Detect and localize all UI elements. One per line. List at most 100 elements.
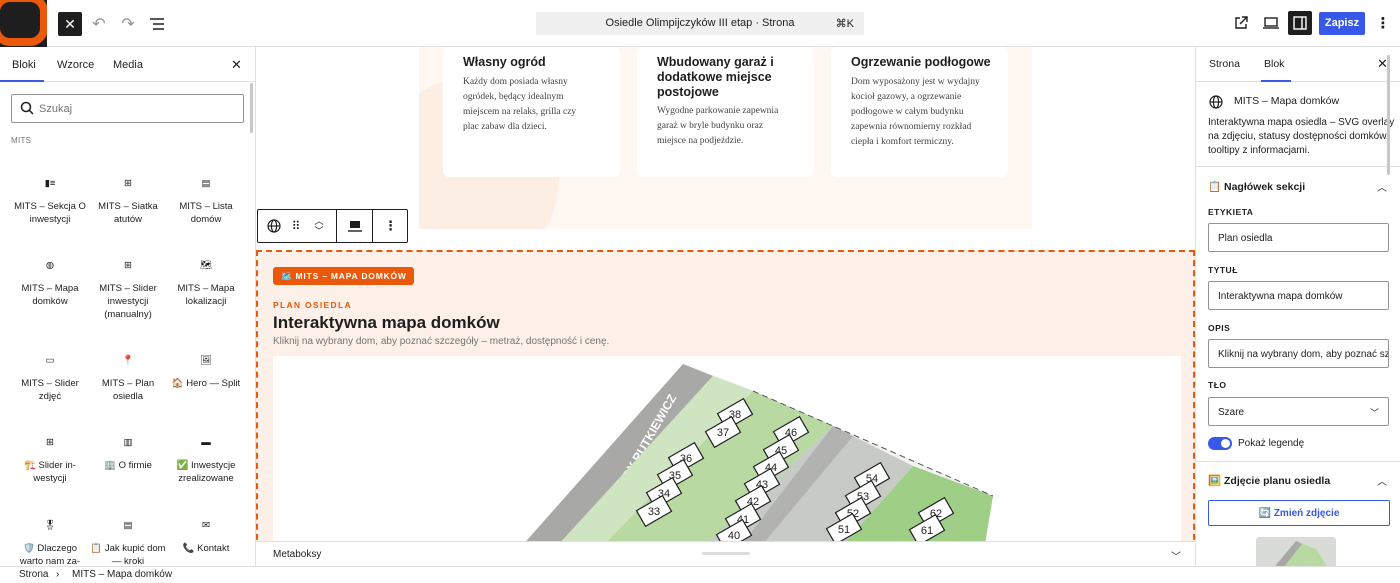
scrollbar[interactable]: [1387, 55, 1390, 175]
chevron-down-icon[interactable]: ﹀: [314, 226, 323, 236]
block-item[interactable]: ▤ MITS – Lista domów: [167, 172, 245, 226]
inserter-tabs: Bloki Wzorce Media ✕: [0, 47, 255, 82]
block-icon: ✉: [202, 519, 210, 531]
legend-toggle[interactable]: [1208, 437, 1232, 450]
selected-block-map[interactable]: 🗺️ MITS – MAPA DOMKÓW PLAN OSIEDLA Inter…: [256, 250, 1195, 541]
tab-media[interactable]: Media: [113, 59, 143, 71]
block-inserter-panel: Bloki Wzorce Media ✕ Szukaj MITS ▮≡ MITS …: [0, 47, 256, 567]
feature-card: Własny ogród Każdy dom posiada własny og…: [443, 47, 620, 177]
toggle-knob: [1221, 439, 1230, 448]
opis-input[interactable]: Kliknij na wybrany dom, aby poznać szcze…: [1208, 339, 1389, 368]
panel-title: 📋 Nagłówek sekcji: [1208, 181, 1306, 193]
block-icon: ▮≡: [44, 177, 56, 189]
redo-button[interactable]: ↷: [116, 12, 140, 36]
block-icon: ▭: [45, 354, 55, 366]
block-label: 🏢 O firmie: [104, 460, 152, 471]
drag-handle-icon: ⠿: [291, 219, 301, 233]
block-label: 🏠 Hero — Split: [171, 378, 241, 389]
view-external-icon: [1235, 16, 1248, 29]
search-icon: [20, 101, 34, 115]
feature-title: Własny ogród: [463, 55, 546, 69]
block-label: MITS – Sekcja O inwestycji: [14, 201, 86, 225]
editor-canvas: Własny ogród Każdy dom posiada własny og…: [256, 47, 1195, 541]
align-button[interactable]: [337, 210, 372, 242]
block-item[interactable]: 🗺 MITS – Mapa lokalizacji: [167, 254, 245, 308]
block-item[interactable]: ⊞ 🏗️ Slider in-westycji: [11, 431, 89, 485]
options-menu-button[interactable]: ⋮: [1371, 11, 1395, 35]
block-item[interactable]: ▤ 📋 Jak kupić dom — kroki: [89, 514, 167, 568]
block-options-button[interactable]: ⋮: [373, 210, 408, 242]
lot-number: 40: [728, 530, 740, 541]
chevron-up-icon: ︿: [1377, 477, 1387, 488]
block-item[interactable]: 🎖 🛡️ Dlaczego warto nam za-: [11, 514, 89, 568]
resize-handle[interactable]: [702, 552, 750, 555]
close-inserter-button[interactable]: ✕: [58, 12, 82, 36]
tlo-select[interactable]: Szare ﹀: [1208, 397, 1389, 426]
feature-text: Dom wyposażony jest w wydajny kocioł gaz…: [851, 77, 980, 147]
field-label: ETYKIETA: [1208, 207, 1254, 217]
block-item[interactable]: ✉ 📞 Kontakt: [167, 514, 245, 555]
field-label: OPIS: [1208, 323, 1231, 333]
view-page-button[interactable]: [1229, 11, 1253, 35]
panel-image-section[interactable]: 🖼️ Zdjęcie planu osiedla ︿: [1196, 462, 1400, 498]
chevron-up-icon[interactable]: ︿: [314, 216, 323, 226]
block-item[interactable]: 🖼 🏠 Hero — Split: [167, 349, 245, 390]
lot-number: 33: [648, 506, 660, 518]
block-item[interactable]: ⊞ MITS – Siatka atutów: [89, 172, 167, 226]
block-type-button[interactable]: [258, 210, 290, 242]
undo-button[interactable]: ↶: [87, 12, 111, 36]
field-label: TŁO: [1208, 380, 1227, 390]
change-image-button[interactable]: 🔄 Zmień zdjęcie: [1208, 500, 1390, 526]
block-toolbar: ⠿ ︿ ﹀ ⋮: [257, 209, 408, 243]
list-view-icon: [150, 18, 164, 30]
block-item[interactable]: ▥ 🏢 O firmie: [89, 431, 167, 472]
panel-header-section[interactable]: 📋 Nagłówek sekcji ︿: [1196, 168, 1400, 204]
lot-number: 61: [921, 525, 933, 537]
etykieta-input[interactable]: Plan osiedla: [1208, 223, 1389, 252]
block-icon: ▥: [123, 436, 133, 448]
command-palette-button[interactable]: Osiedle Olimpijczyków III etap · Strona …: [536, 12, 864, 35]
tab-wzorce[interactable]: Wzorce: [57, 59, 94, 71]
block-item[interactable]: ▬ ✅ Inwestycje zrealizowane: [167, 431, 245, 485]
metabox-bar[interactable]: Metaboksy ﹀: [256, 541, 1195, 566]
preview-button[interactable]: [1259, 11, 1283, 35]
select-value: Szare: [1218, 407, 1245, 418]
block-label: MITS – Slider inwestycji (manualny): [99, 283, 157, 320]
search-placeholder: Szukaj: [39, 103, 73, 115]
scrollbar[interactable]: [250, 83, 253, 133]
breadcrumb: Strona › MITS – Mapa domków: [0, 566, 1400, 583]
tab-blok[interactable]: Blok: [1264, 58, 1284, 70]
close-icon[interactable]: ✕: [231, 57, 242, 73]
block-icon: ◍: [45, 259, 55, 271]
save-button[interactable]: Zapisz: [1319, 12, 1365, 35]
chevron-down-icon[interactable]: ﹀: [1171, 548, 1181, 563]
site-plan-map[interactable]: ALEJA GWIAZDY RUTKIEWICZ 38 37 46 45 44 43 42 4…: [273, 356, 1181, 541]
settings-toggle-button[interactable]: [1288, 11, 1312, 35]
section-label: PLAN OSIEDLA: [273, 300, 352, 310]
tytul-input[interactable]: Interaktywna mapa domków: [1208, 281, 1389, 310]
block-icon: 🗺: [199, 259, 213, 271]
breadcrumb-item[interactable]: MITS – Mapa domków: [72, 569, 172, 580]
block-item[interactable]: ◍ MITS – Mapa domków: [11, 254, 89, 308]
block-item[interactable]: ▭ MITS – Slider zdjęć: [11, 349, 89, 403]
block-search-input[interactable]: Szukaj: [11, 94, 244, 123]
block-item[interactable]: 📍 MITS – Plan osiedla: [89, 349, 167, 403]
block-card: MITS – Mapa domków Interaktywna mapa osi…: [1196, 82, 1400, 167]
move-buttons[interactable]: ︿ ﹀: [308, 210, 330, 242]
site-logo[interactable]: [0, 0, 47, 47]
drag-handle[interactable]: ⠿: [288, 210, 304, 242]
block-item[interactable]: ⊞ MITS – Slider inwestycji (manualny): [89, 254, 167, 321]
site-plan-svg: ALEJA GWIAZDY RUTKIEWICZ 3837 46454443424…: [526, 364, 994, 541]
breadcrumb-item[interactable]: Strona: [19, 569, 48, 580]
block-icon: ▬: [201, 436, 211, 448]
block-icon: ⊞: [124, 259, 132, 271]
tab-bloki[interactable]: Bloki: [12, 59, 36, 71]
block-badge: 🗺️ MITS – MAPA DOMKÓW: [273, 267, 414, 285]
block-item[interactable]: ▮≡ MITS – Sekcja O inwestycji: [11, 172, 89, 226]
lot-number: 37: [717, 427, 729, 439]
block-label: 🛡️ Dlaczego warto nam za-: [19, 543, 81, 567]
tab-strona[interactable]: Strona: [1209, 58, 1240, 70]
block-icon: 📍: [122, 354, 134, 366]
feature-card: Wbudowany garaż i dodatkowe miejsce post…: [637, 47, 814, 177]
list-view-button[interactable]: [145, 12, 169, 36]
